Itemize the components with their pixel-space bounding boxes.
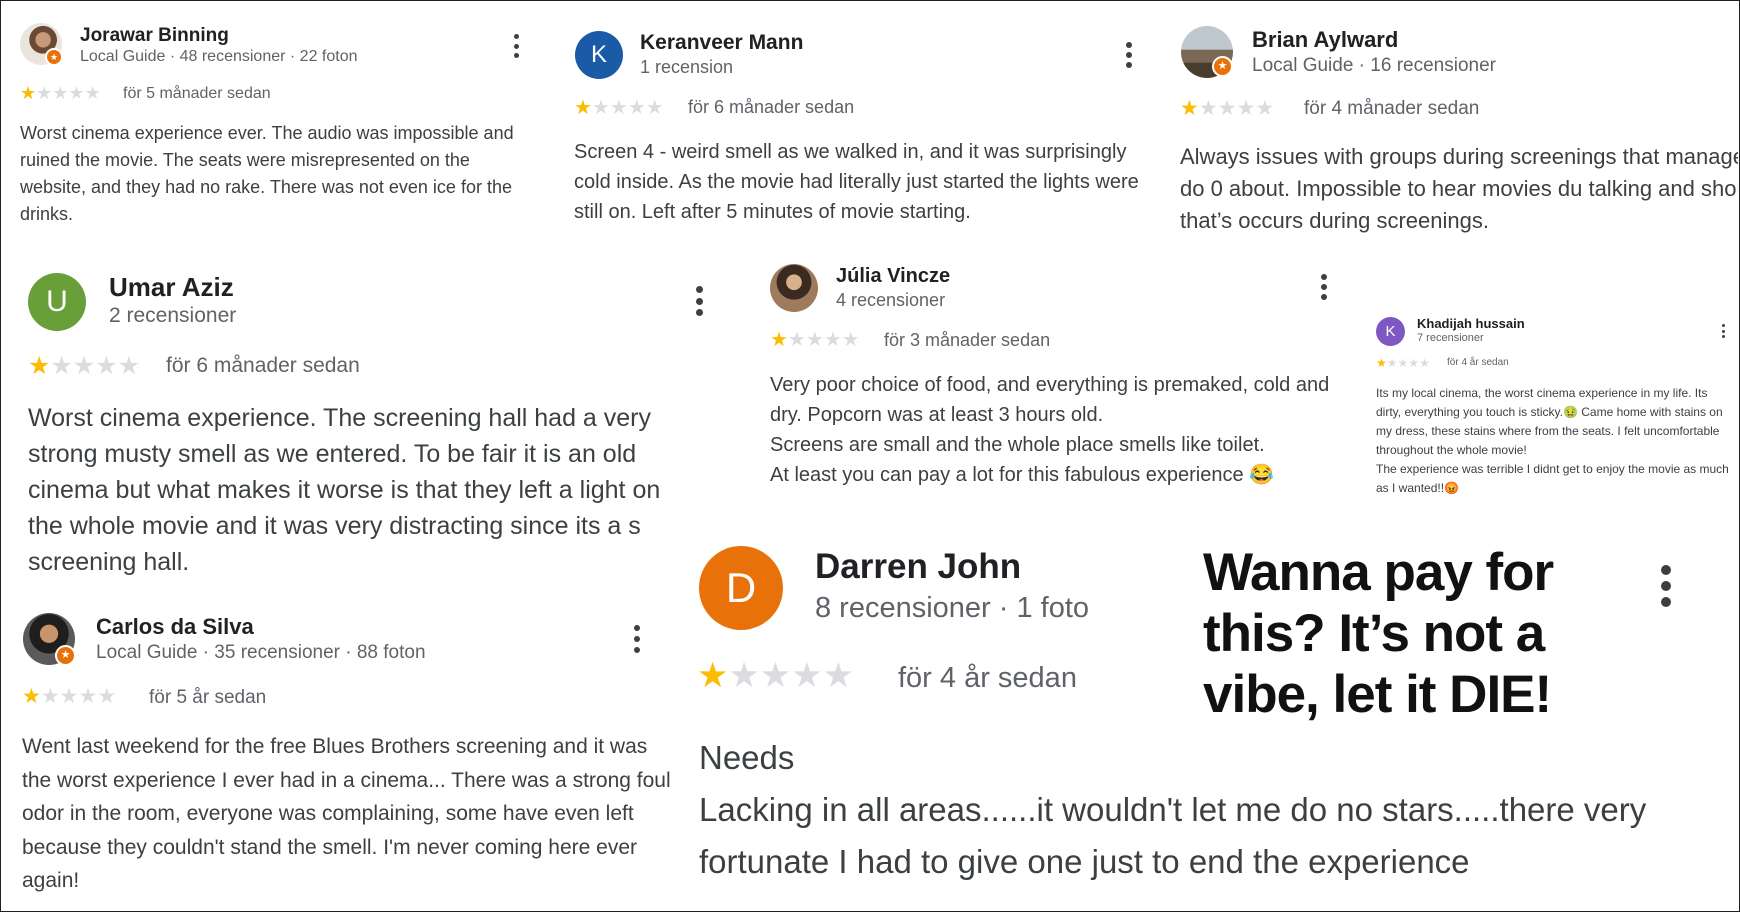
star-empty-icon: ★ <box>59 685 79 708</box>
star-empty-icon: ★ <box>40 685 60 708</box>
star-filled-icon: ★ <box>20 83 37 103</box>
star-empty-icon: ★ <box>50 352 73 380</box>
star-empty-icon: ★ <box>787 329 806 351</box>
star-empty-icon: ★ <box>117 352 141 380</box>
review-text: Needs Lacking in all areas......it would… <box>699 739 1647 880</box>
reviewer-meta: 7 recensioner <box>1417 332 1484 344</box>
star-empty-icon: ★ <box>1397 356 1409 370</box>
review-text: Screen 4 - weird smell as we walked in, … <box>574 141 1139 223</box>
star-empty-icon: ★ <box>805 329 824 351</box>
review-date: för 4 år sedan <box>1447 357 1509 368</box>
reviewer-avatar: U <box>28 273 86 331</box>
star-empty-icon: ★ <box>591 97 610 119</box>
more-options-icon[interactable] <box>695 286 703 316</box>
reviewer-name[interactable]: Darren John <box>815 547 1021 587</box>
review-text-clip: Always issues with groups during screeni… <box>1180 141 1738 241</box>
star-empty-icon: ★ <box>627 97 646 119</box>
more-options-icon[interactable] <box>512 34 520 58</box>
more-options-icon[interactable] <box>633 625 641 653</box>
star-empty-icon: ★ <box>1236 97 1256 120</box>
reviewer-photo <box>770 264 818 312</box>
star-rating: ★★★★★ <box>28 351 140 381</box>
review-date: för 6 månader sedan <box>688 97 855 117</box>
star-filled-icon: ★ <box>1180 97 1199 120</box>
star-empty-icon: ★ <box>97 685 117 708</box>
star-empty-icon: ★ <box>823 329 842 351</box>
reviewer-name[interactable]: Brian Aylward <box>1252 27 1398 53</box>
star-rating: ★★★★★ <box>697 656 854 696</box>
star-empty-icon: ★ <box>791 656 823 695</box>
review-text-clip: Worst cinema experience. The screening h… <box>28 400 683 580</box>
star-empty-icon: ★ <box>52 83 69 103</box>
star-empty-icon: ★ <box>1386 356 1398 370</box>
star-empty-icon: ★ <box>78 685 98 708</box>
more-options-icon[interactable] <box>1720 324 1726 338</box>
star-empty-icon: ★ <box>1255 97 1275 120</box>
star-rating: ★★★★★ <box>20 83 101 104</box>
star-filled-icon: ★ <box>770 329 788 351</box>
star-empty-icon: ★ <box>1198 97 1218 120</box>
review-date: för 4 månader sedan <box>1304 98 1480 119</box>
star-empty-icon: ★ <box>84 83 101 103</box>
star-empty-icon: ★ <box>1419 356 1430 370</box>
review-text: Went last weekend for the free Blues Bro… <box>22 735 671 892</box>
star-filled-icon: ★ <box>1376 356 1387 370</box>
reviewer-name[interactable]: Carlos da Silva <box>96 614 254 640</box>
star-rating: ★★★★★ <box>22 684 116 709</box>
review-text: Very poor choice of food, and everything… <box>770 374 1330 486</box>
local-guide-badge-icon: ★ <box>55 645 76 666</box>
star-rating: ★★★★★ <box>1376 356 1430 370</box>
star-filled-icon: ★ <box>574 97 592 119</box>
star-empty-icon: ★ <box>609 97 628 119</box>
meme-caption: Wanna pay for this? It’s not a vibe, let… <box>1203 543 1554 724</box>
reviewer-avatar: K <box>575 31 623 79</box>
star-empty-icon: ★ <box>1217 97 1237 120</box>
review-date: för 6 månader sedan <box>166 354 360 377</box>
review-text: Worst cinema experience. The screening h… <box>28 404 661 576</box>
reviewer-name[interactable]: Jorawar Binning <box>80 25 229 47</box>
star-rating: ★★★★★ <box>574 95 664 120</box>
review-date: för 5 månader sedan <box>123 85 271 102</box>
reviewer-meta: 4 recensioner <box>836 290 946 310</box>
reviewer-avatar: D <box>699 546 783 630</box>
star-empty-icon: ★ <box>841 329 860 351</box>
review-date: för 5 år sedan <box>149 687 267 708</box>
more-options-icon[interactable] <box>1125 42 1133 68</box>
reviewer-meta: Local Guide · 48 recensioner · 22 foton <box>80 48 358 65</box>
local-guide-badge-icon: ★ <box>45 48 63 66</box>
review-text: Its my local cinema, the worst cinema ex… <box>1376 386 1729 495</box>
reviewer-avatar: K <box>1376 317 1405 346</box>
star-empty-icon: ★ <box>95 352 118 380</box>
reviewer-meta: 8 recensioner · 1 foto <box>815 592 1090 624</box>
reviewer-name[interactable]: Keranveer Mann <box>640 31 803 55</box>
star-empty-icon: ★ <box>1408 356 1420 370</box>
reviewer-meta: Local Guide · 35 recensioner · 88 foton <box>96 642 426 663</box>
reviewer-meta: 1 recension <box>640 57 734 77</box>
star-filled-icon: ★ <box>697 656 729 695</box>
star-rating: ★★★★★ <box>1180 96 1274 121</box>
star-empty-icon: ★ <box>759 656 792 695</box>
more-options-icon[interactable] <box>1320 274 1328 300</box>
reviewer-meta: 2 recensioner <box>109 304 237 327</box>
review-text: Always issues with groups during screeni… <box>1180 144 1738 233</box>
review-date: för 3 månader sedan <box>884 330 1051 350</box>
star-empty-icon: ★ <box>645 97 664 119</box>
reviewer-meta: Local Guide · 16 recensioner <box>1252 55 1496 76</box>
review-text: Worst cinema experience ever. The audio … <box>20 123 514 224</box>
reviewer-name[interactable]: Khadijah hussain <box>1417 316 1525 331</box>
reviewer-name[interactable]: Umar Aziz <box>109 272 234 303</box>
local-guide-badge-icon: ★ <box>1212 56 1233 77</box>
star-empty-icon: ★ <box>728 656 760 695</box>
star-rating: ★★★★★ <box>770 327 860 352</box>
star-empty-icon: ★ <box>36 83 53 103</box>
star-filled-icon: ★ <box>22 685 41 708</box>
star-empty-icon: ★ <box>68 83 85 103</box>
more-options-icon[interactable] <box>1660 565 1672 607</box>
star-filled-icon: ★ <box>28 352 51 380</box>
star-empty-icon: ★ <box>72 352 96 380</box>
reviewer-name[interactable]: Júlia Vincze <box>836 265 950 288</box>
review-date: för 4 år sedan <box>898 662 1077 694</box>
star-empty-icon: ★ <box>822 656 854 695</box>
